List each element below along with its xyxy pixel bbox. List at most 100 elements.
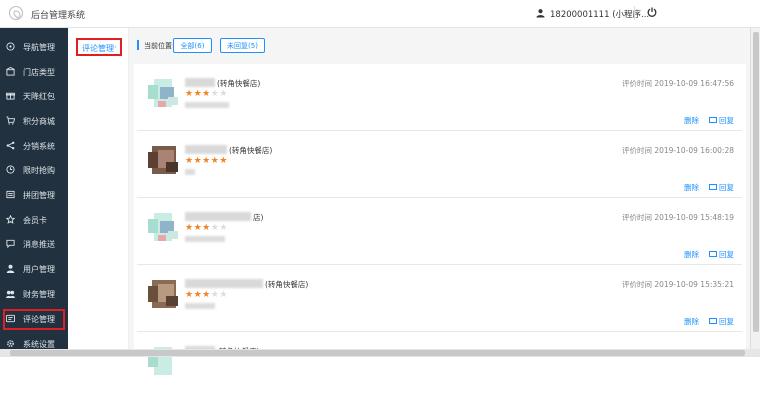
avatar [148,280,178,308]
star-filled-icon: ★ [202,290,211,300]
rating-stars: ★★★★★ [185,156,228,166]
shop-name: (转角快餐店) [265,280,309,289]
reply-link[interactable]: 回复 [709,182,734,193]
review-list: (转角快餐店) ★★★★★ 评价时间 2019-10-09 16:47:56 删… [134,64,746,375]
sidebar-item-label: 财务管理 [23,290,55,299]
group-icon [6,190,15,199]
sidebar-item-group-buy[interactable]: 拼团管理 [0,184,68,206]
avatar [148,213,178,241]
star-filled-icon: ★ [219,156,228,166]
star-filled-icon: ★ [185,290,194,300]
review-text-redacted [185,236,225,242]
reply-link[interactable]: 回复 [709,115,734,126]
review-text-redacted [185,303,215,309]
review-time: 评价时间 2019-10-09 15:48:19 [621,213,734,222]
sidebar-item-member-card[interactable]: 会员卡 [0,209,68,231]
sidebar-item-message-push[interactable]: 消息推送 [0,233,68,255]
star-filled-icon: ★ [193,290,203,300]
app-title: 后台管理系统 [31,11,86,21]
delete-link[interactable]: 删除 [684,115,699,126]
rating-stars: ★★★★★ [185,223,228,233]
breadcrumb-label: 当前位置: [144,42,175,50]
filter-all-button[interactable]: 全部(6) [173,38,212,53]
sidebar-highlight-box [3,309,65,330]
delete-link[interactable]: 删除 [684,316,699,327]
review-text-redacted [185,102,229,108]
mail-icon [709,251,717,257]
sidebar-item-store-type[interactable]: 门店类型 [0,61,68,83]
sidebar-item-label: 用户管理 [23,265,55,274]
reply-label: 回复 [719,183,734,192]
star-filled-icon: ★ [202,156,211,166]
sidebar-item-label: 导航管理 [23,43,55,52]
message-icon [6,239,15,248]
review-card: 转角快餐店) [137,332,742,398]
avatar [148,146,178,174]
main-content: 当前位置: 全部(6) 未回复(5) (转角快餐店) ★★★★★ 评价时间 20… [129,28,750,375]
mail-icon [709,318,717,324]
review-time: 评价时间 2019-10-09 15:35:21 [621,280,734,289]
sidebar-item-flash-sale[interactable]: 限时抢购 [0,159,68,181]
shop-name: 店) [253,213,264,222]
sidebar-item-points-mall[interactable]: 积分商城 [0,110,68,132]
subnav-item-comments[interactable]: 评论管理 › [76,38,122,56]
compass-icon [6,42,15,51]
sidebar-item-label: 拼团管理 [23,191,55,200]
sidebar-item-label: 门店类型 [23,68,55,77]
delete-link[interactable]: 删除 [684,249,699,260]
review-time: 评价时间 2019-10-09 16:00:28 [621,146,734,155]
reviewer-name-redacted [185,212,251,221]
secondary-nav: 评论管理 › [68,28,129,357]
sidebar-item-finance[interactable]: 财务管理 [0,283,68,305]
horizontal-scrollbar[interactable] [0,349,760,357]
review-card: (转角快餐店) ★★★★★ 评价时间 2019-10-09 16:47:56 删… [137,64,742,131]
avatar [148,79,178,107]
user-icon [536,9,545,18]
scrollbar-thumb[interactable] [10,350,745,356]
reply-label: 回复 [719,250,734,259]
divider [634,6,635,20]
star-empty-icon: ★ [219,290,228,300]
filter-unreplied-button[interactable]: 未回复(5) [220,38,265,53]
share-icon [6,141,15,150]
delete-link[interactable]: 删除 [684,182,699,193]
sidebar-item-label: 会员卡 [23,216,47,225]
cart-icon [6,116,15,125]
sidebar-item-label: 天降红包 [23,92,55,101]
logo-icon [9,6,23,20]
sidebar-item-label: 分销系统 [23,142,55,151]
finance-icon [6,290,15,298]
sidebar-item-label: 限时抢购 [23,166,55,175]
review-card: (转角快餐店) ★★★★★ 评价时间 2019-10-09 16:00:28 删… [137,131,742,198]
star-filled-icon: ★ [193,156,203,166]
star-filled-icon: ★ [202,89,211,99]
review-card: (转角快餐店) ★★★★★ 评价时间 2019-10-09 15:35:21 删… [137,265,742,332]
vertical-scrollbar[interactable] [750,28,760,357]
sidebar-item-label: 消息推送 [23,240,55,249]
breadcrumb: 当前位置: 全部(6) 未回复(5) [129,34,750,56]
reply-link[interactable]: 回复 [709,249,734,260]
star-empty-icon: ★ [219,223,228,233]
scrollbar-thumb[interactable] [753,32,759,332]
reviewer-name-redacted [185,145,227,154]
gift-icon [6,92,15,100]
sidebar-item-label: 积分商城 [23,117,55,126]
sidebar-item-users[interactable]: 用户管理 [0,258,68,280]
review-time: 评价时间 2019-10-09 16:47:56 [621,79,734,88]
sidebar-item-navigation[interactable]: 导航管理 [0,36,68,58]
sidebar-item-distribution[interactable]: 分销系统 [0,135,68,157]
review-card: 店) ★★★★★ 评价时间 2019-10-09 15:48:19 删除 回复 [137,198,742,265]
reply-link[interactable]: 回复 [709,316,734,327]
star-filled-icon: ★ [185,223,194,233]
power-icon[interactable] [647,7,657,17]
rating-stars: ★★★★★ [185,89,228,99]
chevron-right-icon: › [113,42,117,51]
reply-label: 回复 [719,116,734,125]
gear-icon [7,340,14,347]
shop-name: (转角快餐店) [229,146,273,155]
star-filled-icon: ★ [193,89,203,99]
shop-name: (转角快餐店) [217,79,261,88]
star-filled-icon: ★ [193,223,203,233]
breadcrumb-marker [137,40,139,50]
sidebar-item-red-packet[interactable]: 天降红包 [0,85,68,107]
